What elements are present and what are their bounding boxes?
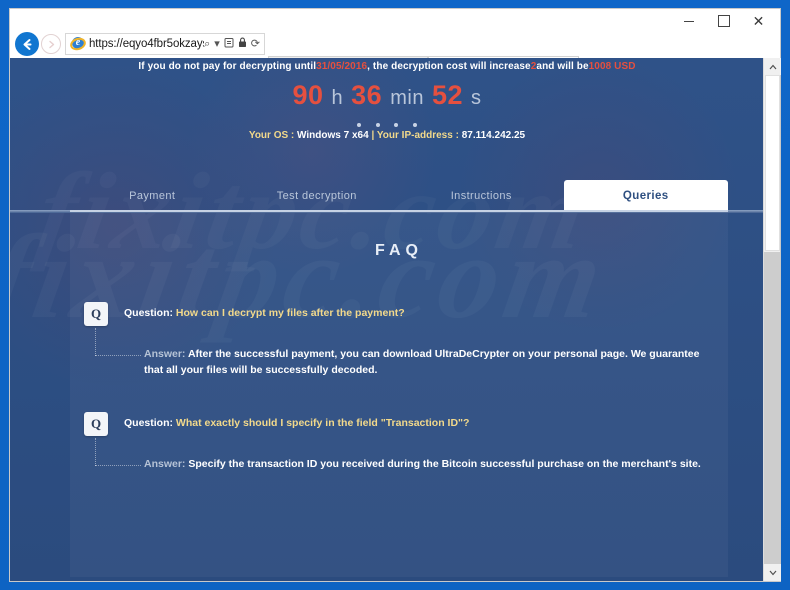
faq-answer: Answer: After the successful payment, yo…: [144, 346, 709, 379]
countdown-hours: 90: [292, 80, 324, 110]
faq-panel: FAQ Q Question: How can I decrypt my fil…: [70, 210, 728, 577]
back-button[interactable]: [15, 32, 39, 56]
os-value: Windows 7 x64: [297, 130, 369, 141]
dot: [412, 123, 417, 127]
ip-label: Your IP-address :: [376, 130, 459, 141]
url-text[interactable]: https://eqyo4fbr5okzaysm.o...: [89, 38, 204, 50]
warning-text-1: If you do not pay for decrypting until: [138, 61, 317, 72]
connector-line-vertical: [95, 328, 96, 356]
countdown-seconds-unit: s: [471, 87, 482, 109]
address-bar[interactable]: e https://eqyo4fbr5okzaysm.o... ⌕ ▾ ⟳: [65, 33, 265, 55]
scrollbar-track[interactable]: [764, 252, 780, 564]
lock-icon: [238, 37, 247, 51]
forward-button[interactable]: [41, 34, 61, 54]
page-viewport: fixitpc.com fixitpc.com If you do not pa…: [10, 58, 780, 581]
warning-deadline: 31/05/2016: [316, 61, 368, 72]
question-label: Question:: [124, 417, 173, 429]
faq-answer: Answer: Specify the transaction ID you r…: [144, 456, 709, 472]
internet-explorer-icon: e: [68, 35, 88, 53]
page-scrollbar[interactable]: [763, 58, 781, 581]
scroll-down-icon[interactable]: [764, 564, 781, 581]
desktop-background: ✕ e https://eqyo4fbr5okzay ⌕ ▾ ⟳ If you …: [0, 0, 790, 590]
answer-text: After the successful payment, you can do…: [144, 348, 700, 377]
os-label: Your OS :: [248, 130, 295, 141]
connector-line-horizontal: [95, 355, 141, 356]
browser-window: ✕ e https://eqyo4fbr5okzay ⌕ ▾ ⟳ If you …: [9, 8, 781, 582]
question-badge: Q: [84, 412, 108, 436]
countdown-minutes-unit: min: [390, 87, 424, 109]
countdown-seconds: 52: [431, 80, 464, 110]
maximize-button[interactable]: [706, 10, 741, 32]
countdown-minutes: 36: [351, 80, 383, 110]
scrollbar-thumb[interactable]: [765, 75, 780, 251]
countdown-timer: 90 h 36 min 52 s: [10, 80, 764, 111]
question-text: What exactly should I specify in the fie…: [175, 417, 470, 429]
address-bar-icons: ⌕ ▾ ⟳: [204, 37, 262, 51]
faq-question: Question: How can I decrypt my files aft…: [124, 306, 709, 322]
countdown-hours-unit: h: [331, 87, 344, 109]
info-separator: |: [371, 130, 375, 141]
scroll-up-icon[interactable]: [764, 58, 781, 75]
tab-instructions[interactable]: Instructions: [399, 180, 564, 212]
warning-text-2: , the decryption cost will increase: [367, 61, 531, 72]
page-title: FAQ: [375, 242, 423, 259]
warning-text-3: and will be: [536, 61, 589, 72]
answer-label: Answer:: [144, 458, 186, 470]
search-icon[interactable]: ⌕: [204, 38, 210, 50]
navigation-bar: e https://eqyo4fbr5okzaysm.o... ⌕ ▾ ⟳: [10, 31, 780, 79]
faq-question: Question: What exactly should I specify …: [124, 416, 709, 432]
tab-test-decryption[interactable]: Test decryption: [235, 180, 400, 212]
window-controls: ✕: [671, 9, 776, 33]
close-button[interactable]: ✕: [741, 10, 776, 32]
reading-view-icon[interactable]: [224, 37, 234, 51]
refresh-icon[interactable]: ⟳: [251, 38, 260, 50]
question-label: Question:: [124, 307, 173, 319]
ransomware-page: fixitpc.com fixitpc.com If you do not pa…: [10, 58, 764, 581]
question-text: How can I decrypt my files after the pay…: [175, 307, 405, 319]
warning-amount: 1008 USD: [588, 61, 636, 72]
minimize-button[interactable]: [671, 10, 706, 32]
dot: [375, 123, 380, 127]
answer-text: Specify the transaction ID you received …: [188, 458, 701, 470]
ip-value: 87.114.242.25: [461, 130, 526, 141]
warning-banner: If you do not pay for decrypting until 3…: [10, 58, 764, 75]
site-tab-bar: Payment Test decryption Instructions Que…: [70, 180, 728, 212]
dot: [357, 123, 362, 127]
connector-line-horizontal: [95, 465, 141, 466]
connector-line-vertical: [95, 438, 96, 466]
chevron-down-icon[interactable]: ▾: [214, 38, 220, 50]
question-badge: Q: [84, 302, 108, 326]
dot: [394, 123, 399, 127]
title-bar: ✕: [10, 9, 780, 33]
tab-payment[interactable]: Payment: [70, 180, 235, 212]
system-info-line: Your OS : Windows 7 x64 | Your IP-addres…: [10, 130, 764, 141]
tab-queries[interactable]: Queries: [563, 180, 728, 212]
answer-label: Answer:: [144, 348, 186, 360]
